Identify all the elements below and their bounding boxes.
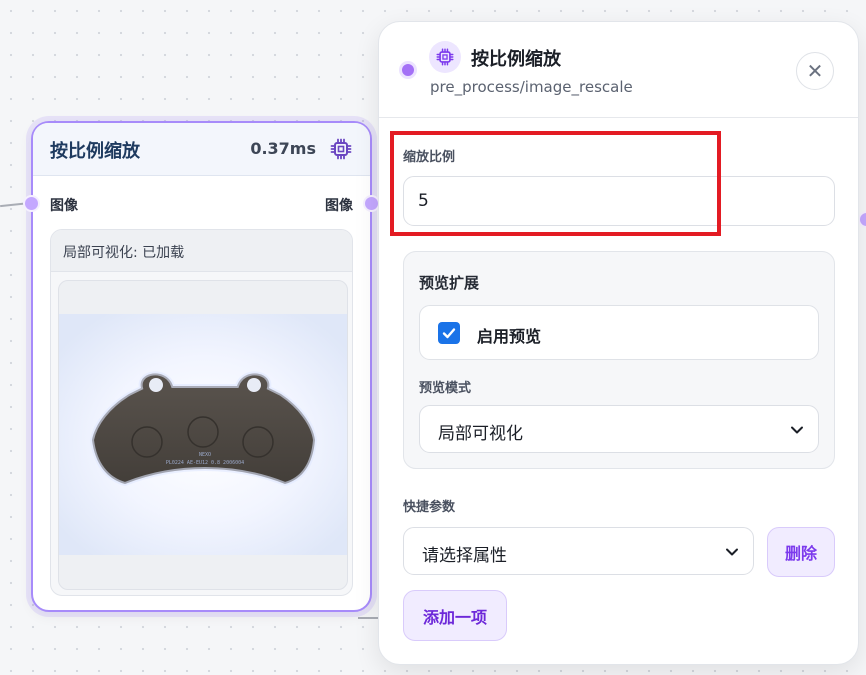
input-port[interactable] <box>23 195 40 212</box>
outgoing-edge <box>358 617 380 619</box>
brake-pad-preview-image: NEXO PL0224 AE-EU12 0.8 2006004 <box>59 314 347 555</box>
attribute-select-placeholder: 请选择属性 <box>422 546 507 566</box>
pad-marking-line1: NEXO <box>199 452 211 458</box>
chevron-down-icon <box>726 548 738 556</box>
delete-button[interactable]: 删除 <box>767 527 835 577</box>
panel-operator-path: pre_process/image_rescale <box>430 78 633 96</box>
property-panel: 按比例缩放 pre_process/image_rescale ✕ 缩放比例 预… <box>378 21 859 665</box>
enable-preview-checkbox-row[interactable]: 启用预览 <box>419 305 819 360</box>
node-exec-time: 0.37ms <box>250 139 316 158</box>
add-item-button[interactable]: 添加一项 <box>403 590 507 641</box>
preview-mode-select[interactable]: 局部可视化 <box>419 405 819 453</box>
check-icon <box>442 328 456 339</box>
close-icon: ✕ <box>806 59 824 83</box>
node-header[interactable]: 按比例缩放 0.37ms <box>33 123 370 176</box>
quick-params-label: 快捷参数 <box>403 500 456 515</box>
enable-preview-checkbox[interactable] <box>438 322 460 344</box>
preview-extension-title: 预览扩展 <box>419 274 480 292</box>
preview-mode-value: 局部可视化 <box>438 424 523 444</box>
preview-extension-section: 预览扩展 启用预览 预览模式 局部可视化 <box>403 251 835 469</box>
panel-divider <box>379 117 858 118</box>
offscreen-port-dot[interactable] <box>858 211 866 228</box>
preview-header: 局部可视化: 已加载 <box>51 230 352 272</box>
chip-icon <box>330 138 352 160</box>
panel-title: 按比例缩放 <box>471 49 561 70</box>
enable-preview-label: 启用预览 <box>477 327 542 346</box>
preview-panel: 局部可视化: 已加载 NEXO PL0224 AE-EU12 0.8 20060… <box>50 229 353 596</box>
preview-image-frame: NEXO PL0224 AE-EU12 0.8 2006004 <box>58 280 348 590</box>
input-port-label: 图像 <box>50 198 78 214</box>
panel-status-dot <box>399 61 417 79</box>
chip-icon <box>429 41 461 73</box>
image-rescale-node[interactable]: 按比例缩放 0.37ms 图像 图像 局部可视化: 已加载 NEXO PL022… <box>23 121 380 612</box>
scale-label: 缩放比例 <box>403 150 456 165</box>
attribute-select[interactable]: 请选择属性 <box>403 527 754 575</box>
pad-marking-line2: PL0224 AE-EU12 0.8 2006004 <box>166 460 244 466</box>
preview-mode-label: 预览模式 <box>419 381 472 396</box>
chevron-down-icon <box>791 426 803 434</box>
scale-input[interactable] <box>403 176 835 226</box>
output-port-label: 图像 <box>325 198 353 214</box>
node-title: 按比例缩放 <box>50 141 140 162</box>
close-button[interactable]: ✕ <box>796 52 834 90</box>
preview-status-label: 局部可视化: 已加载 <box>63 245 185 261</box>
